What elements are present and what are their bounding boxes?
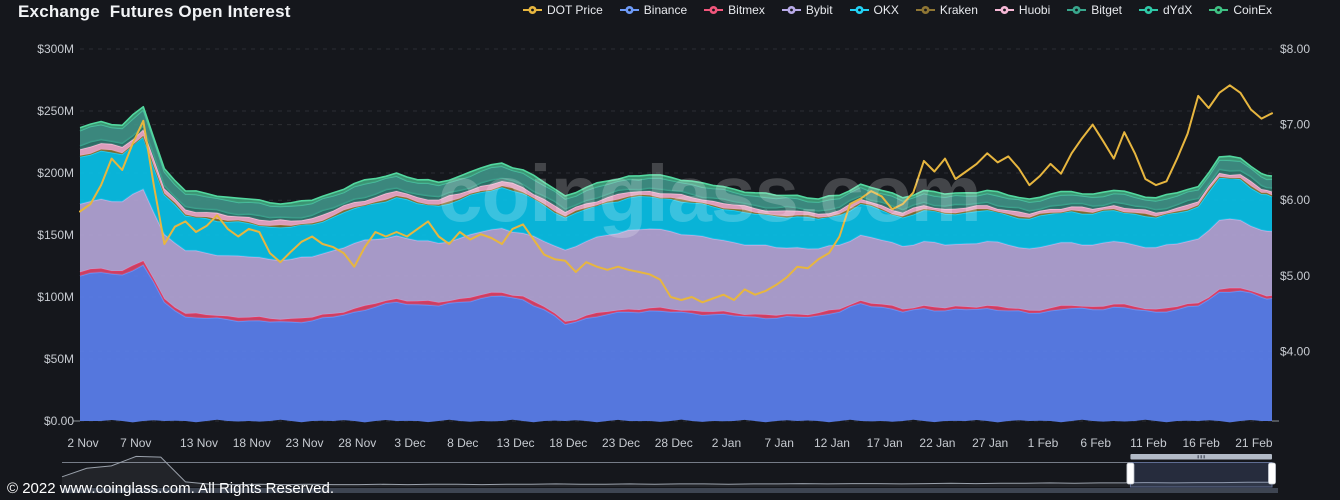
x-axis-label: 7 Jan — [765, 436, 794, 450]
left-axis-label: $100M — [37, 290, 74, 304]
x-axis-label: 27 Jan — [972, 436, 1008, 450]
x-axis-label: 11 Feb — [1130, 436, 1167, 450]
x-axis-label: 21 Feb — [1235, 436, 1273, 450]
x-axis-label: 23 Dec — [602, 436, 640, 450]
left-axis-label: $150M — [37, 228, 74, 242]
left-axis-label: $300M — [37, 42, 74, 56]
x-axis-label: 22 Jan — [919, 436, 955, 450]
right-axis-label: $6.00 — [1280, 193, 1310, 207]
x-axis-label: 16 Feb — [1182, 436, 1220, 450]
left-axis-label: $0.00 — [44, 414, 74, 428]
x-axis-label: 12 Jan — [814, 436, 850, 450]
x-axis-label: 7 Nov — [120, 436, 151, 450]
navigator-left-handle[interactable] — [1126, 462, 1135, 485]
x-axis-label: 17 Jan — [867, 436, 903, 450]
right-axis-label: $7.00 — [1280, 118, 1310, 132]
navigator-selection[interactable] — [1129, 462, 1273, 488]
x-axis-label: 1 Feb — [1028, 436, 1059, 450]
x-axis-label: 13 Dec — [496, 436, 534, 450]
x-axis-label: 3 Dec — [394, 436, 425, 450]
left-axis-label: $50M — [44, 352, 74, 366]
x-axis-label: 2 Nov — [67, 436, 98, 450]
x-axis-label: 8 Dec — [447, 436, 478, 450]
x-axis-label: 23 Nov — [286, 436, 324, 450]
x-axis-label: 28 Nov — [338, 436, 376, 450]
x-axis-label: 13 Nov — [180, 436, 218, 450]
copyright-text: © 2022 www.coinglass.com. All Rights Res… — [7, 480, 335, 497]
x-axis-label: 18 Dec — [549, 436, 587, 450]
x-axis-label: 6 Feb — [1080, 436, 1111, 450]
x-axis-label: 2 Jan — [712, 436, 741, 450]
oi-stacked-area-chart: $300M $250M $200M $150M $100M $50M $0.00 $8.00 $… — [37, 42, 1310, 493]
right-axis-label: $8.00 — [1280, 42, 1310, 56]
x-axis-label: 28 Dec — [655, 436, 693, 450]
left-axis-label: $200M — [37, 166, 74, 180]
right-axis-label: $5.00 — [1280, 269, 1310, 283]
right-axis-label: $4.00 — [1280, 344, 1310, 358]
x-axis-label: 18 Nov — [233, 436, 271, 450]
left-axis-label: $250M — [37, 104, 74, 118]
navigator-right-handle[interactable] — [1268, 462, 1276, 485]
